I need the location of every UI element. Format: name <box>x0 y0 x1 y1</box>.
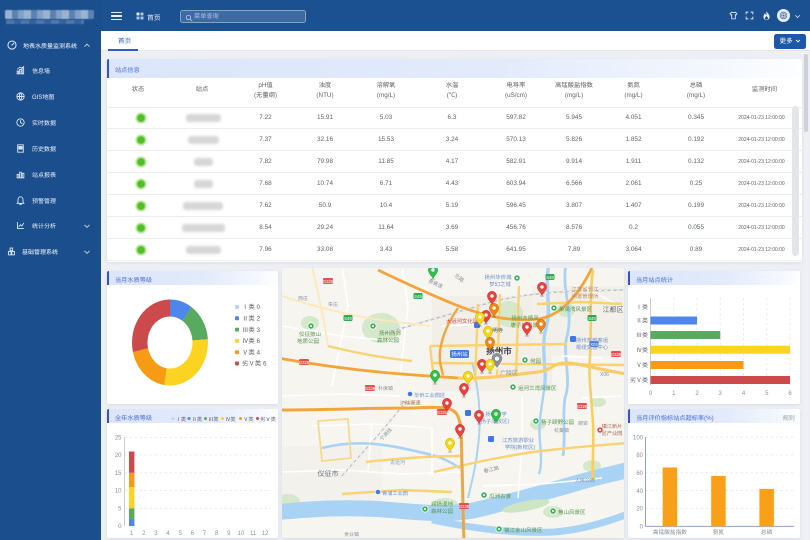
svg-text:G328: G328 <box>459 504 470 509</box>
svg-text:镇江新片: 镇江新片 <box>602 423 623 430</box>
svg-text:9: 9 <box>227 531 231 537</box>
svg-text:学院(新校区): 学院(新校区) <box>505 444 536 451</box>
svg-text:焦山风景区: 焦山风景区 <box>558 509 586 516</box>
svg-text:Ⅰ类: Ⅰ类 <box>636 303 648 311</box>
svg-text:0: 0 <box>640 525 644 531</box>
svg-text:5: 5 <box>765 391 769 397</box>
svg-text:江苏旅游职业: 江苏旅游职业 <box>502 437 535 444</box>
svg-text:S49: S49 <box>344 316 352 321</box>
svg-text:扬州华侨城: 扬州华侨城 <box>485 274 513 281</box>
svg-text:顺安: 顺安 <box>578 420 588 427</box>
svg-text:高锰酸盐指数: 高锰酸盐指数 <box>653 529 687 536</box>
svg-text:Ⅳ类: Ⅳ类 <box>636 346 648 354</box>
svg-text:2: 2 <box>142 531 146 537</box>
svg-text:Ⅳ类 6: Ⅳ类 6 <box>242 337 261 345</box>
svg-text:Ⅲ类: Ⅲ类 <box>636 331 648 339</box>
svg-text:2: 2 <box>695 391 699 397</box>
svg-text:40: 40 <box>636 489 643 495</box>
svg-text:Ⅰ类 0: Ⅰ类 0 <box>242 303 261 311</box>
svg-text:0: 0 <box>649 391 653 397</box>
svg-text:扬子颐野公园: 扬子颐野公园 <box>541 419 575 426</box>
svg-text:朱庄: 朱庄 <box>328 301 338 308</box>
svg-text:广陵区: 广陵区 <box>500 369 518 377</box>
svg-text:G328: G328 <box>365 386 376 391</box>
svg-text:劣Ⅴ类: 劣Ⅴ类 <box>630 376 648 384</box>
svg-text:梦幻之城: 梦幻之城 <box>489 281 511 288</box>
svg-text:G328: G328 <box>577 404 588 409</box>
svg-text:20: 20 <box>115 453 122 459</box>
svg-text:何园: 何园 <box>530 358 542 365</box>
svg-text:5: 5 <box>118 507 122 513</box>
svg-text:3: 3 <box>719 391 723 397</box>
svg-text:4: 4 <box>742 391 746 397</box>
svg-text:扬州东部客运: 扬州东部客运 <box>576 337 609 344</box>
svg-text:G328: G328 <box>323 279 334 284</box>
svg-text:镇江金山风景区: 镇江金山风景区 <box>504 527 543 534</box>
svg-text:G328: G328 <box>611 352 622 357</box>
svg-text:X06: X06 <box>600 372 609 378</box>
svg-text:仪征捺山: 仪征捺山 <box>299 331 321 338</box>
svg-text:森林公园: 森林公园 <box>377 337 400 344</box>
svg-text:运河三湾风景区: 运河三湾风景区 <box>518 385 557 392</box>
svg-text:10: 10 <box>115 489 122 495</box>
svg-text:总磷: 总磷 <box>761 529 773 536</box>
svg-text:世业镇: 世业镇 <box>344 531 359 538</box>
svg-text:润扬湿地: 润扬湿地 <box>431 501 454 508</box>
svg-text:1: 1 <box>672 391 676 397</box>
svg-text:茱萸湾风景区: 茱萸湾风景区 <box>559 306 593 313</box>
svg-text:扬州西郊: 扬州西郊 <box>379 330 402 337</box>
svg-text:S49: S49 <box>546 275 554 280</box>
svg-text:Ⅴ类: Ⅴ类 <box>636 361 648 369</box>
svg-text:枢纽交通中心: 枢纽交通中心 <box>576 344 609 351</box>
svg-text:杭集镇: 杭集镇 <box>554 427 569 434</box>
svg-text:劣Ⅴ类 6: 劣Ⅴ类 6 <box>242 360 267 368</box>
svg-text:地质公园: 地质公园 <box>297 338 320 345</box>
svg-text:6: 6 <box>788 391 792 397</box>
svg-text:80: 80 <box>636 453 643 459</box>
svg-text:0: 0 <box>118 524 122 530</box>
svg-text:Ⅱ类 2: Ⅱ类 2 <box>242 315 261 323</box>
svg-text:G328: G328 <box>299 360 310 365</box>
svg-text:7: 7 <box>203 531 207 537</box>
svg-text:S49: S49 <box>414 294 422 299</box>
svg-text:15: 15 <box>115 471 122 477</box>
svg-text:4: 4 <box>166 531 170 537</box>
svg-text:11: 11 <box>250 531 257 537</box>
svg-text:人民公园: 人民公园 <box>575 477 595 484</box>
svg-text:朴席镇: 朴席镇 <box>378 385 393 392</box>
svg-text:江都区: 江都区 <box>603 306 624 314</box>
svg-text:20: 20 <box>636 507 643 513</box>
svg-text:瓜洲古渡: 瓜洲古渡 <box>489 493 512 500</box>
svg-text:100: 100 <box>633 435 644 441</box>
svg-text:胥浦工业园: 胥浦工业园 <box>382 490 408 497</box>
svg-text:氨氮: 氨氮 <box>713 529 725 536</box>
svg-text:1: 1 <box>130 531 134 537</box>
svg-text:S49: S49 <box>588 316 596 321</box>
svg-text:华侨工业园区: 华侨工业园区 <box>414 392 445 399</box>
svg-text:扬州站: 扬州站 <box>451 351 468 358</box>
svg-text:森林公园: 森林公园 <box>431 508 454 515</box>
svg-text:仪征市: 仪征市 <box>318 470 339 478</box>
svg-text:沪陕高速: 沪陕高速 <box>400 399 421 407</box>
svg-text:8: 8 <box>215 531 219 537</box>
svg-text:闲置管理所: 闲置管理所 <box>572 293 600 300</box>
svg-text:扬州市栖凤: 扬州市栖凤 <box>511 315 539 322</box>
svg-text:古运河: 古运河 <box>390 459 405 466</box>
svg-text:区产业园: 区产业园 <box>602 430 623 437</box>
svg-text:Ⅴ类 4: Ⅴ类 4 <box>242 348 261 356</box>
svg-text:江苏省邗江: 江苏省邗江 <box>572 286 600 293</box>
svg-text:12: 12 <box>262 531 269 537</box>
svg-text:10: 10 <box>238 531 245 537</box>
svg-text:西庄: 西庄 <box>298 295 308 302</box>
svg-text:60: 60 <box>636 471 643 477</box>
svg-text:25: 25 <box>115 436 122 442</box>
svg-text:3: 3 <box>154 531 158 537</box>
svg-text:6: 6 <box>191 531 195 537</box>
svg-text:大运河文化区: 大运河文化区 <box>446 318 479 325</box>
svg-text:Ⅲ类 3: Ⅲ类 3 <box>242 326 261 334</box>
svg-text:5: 5 <box>179 531 183 537</box>
svg-text:Ⅱ类: Ⅱ类 <box>636 317 648 325</box>
